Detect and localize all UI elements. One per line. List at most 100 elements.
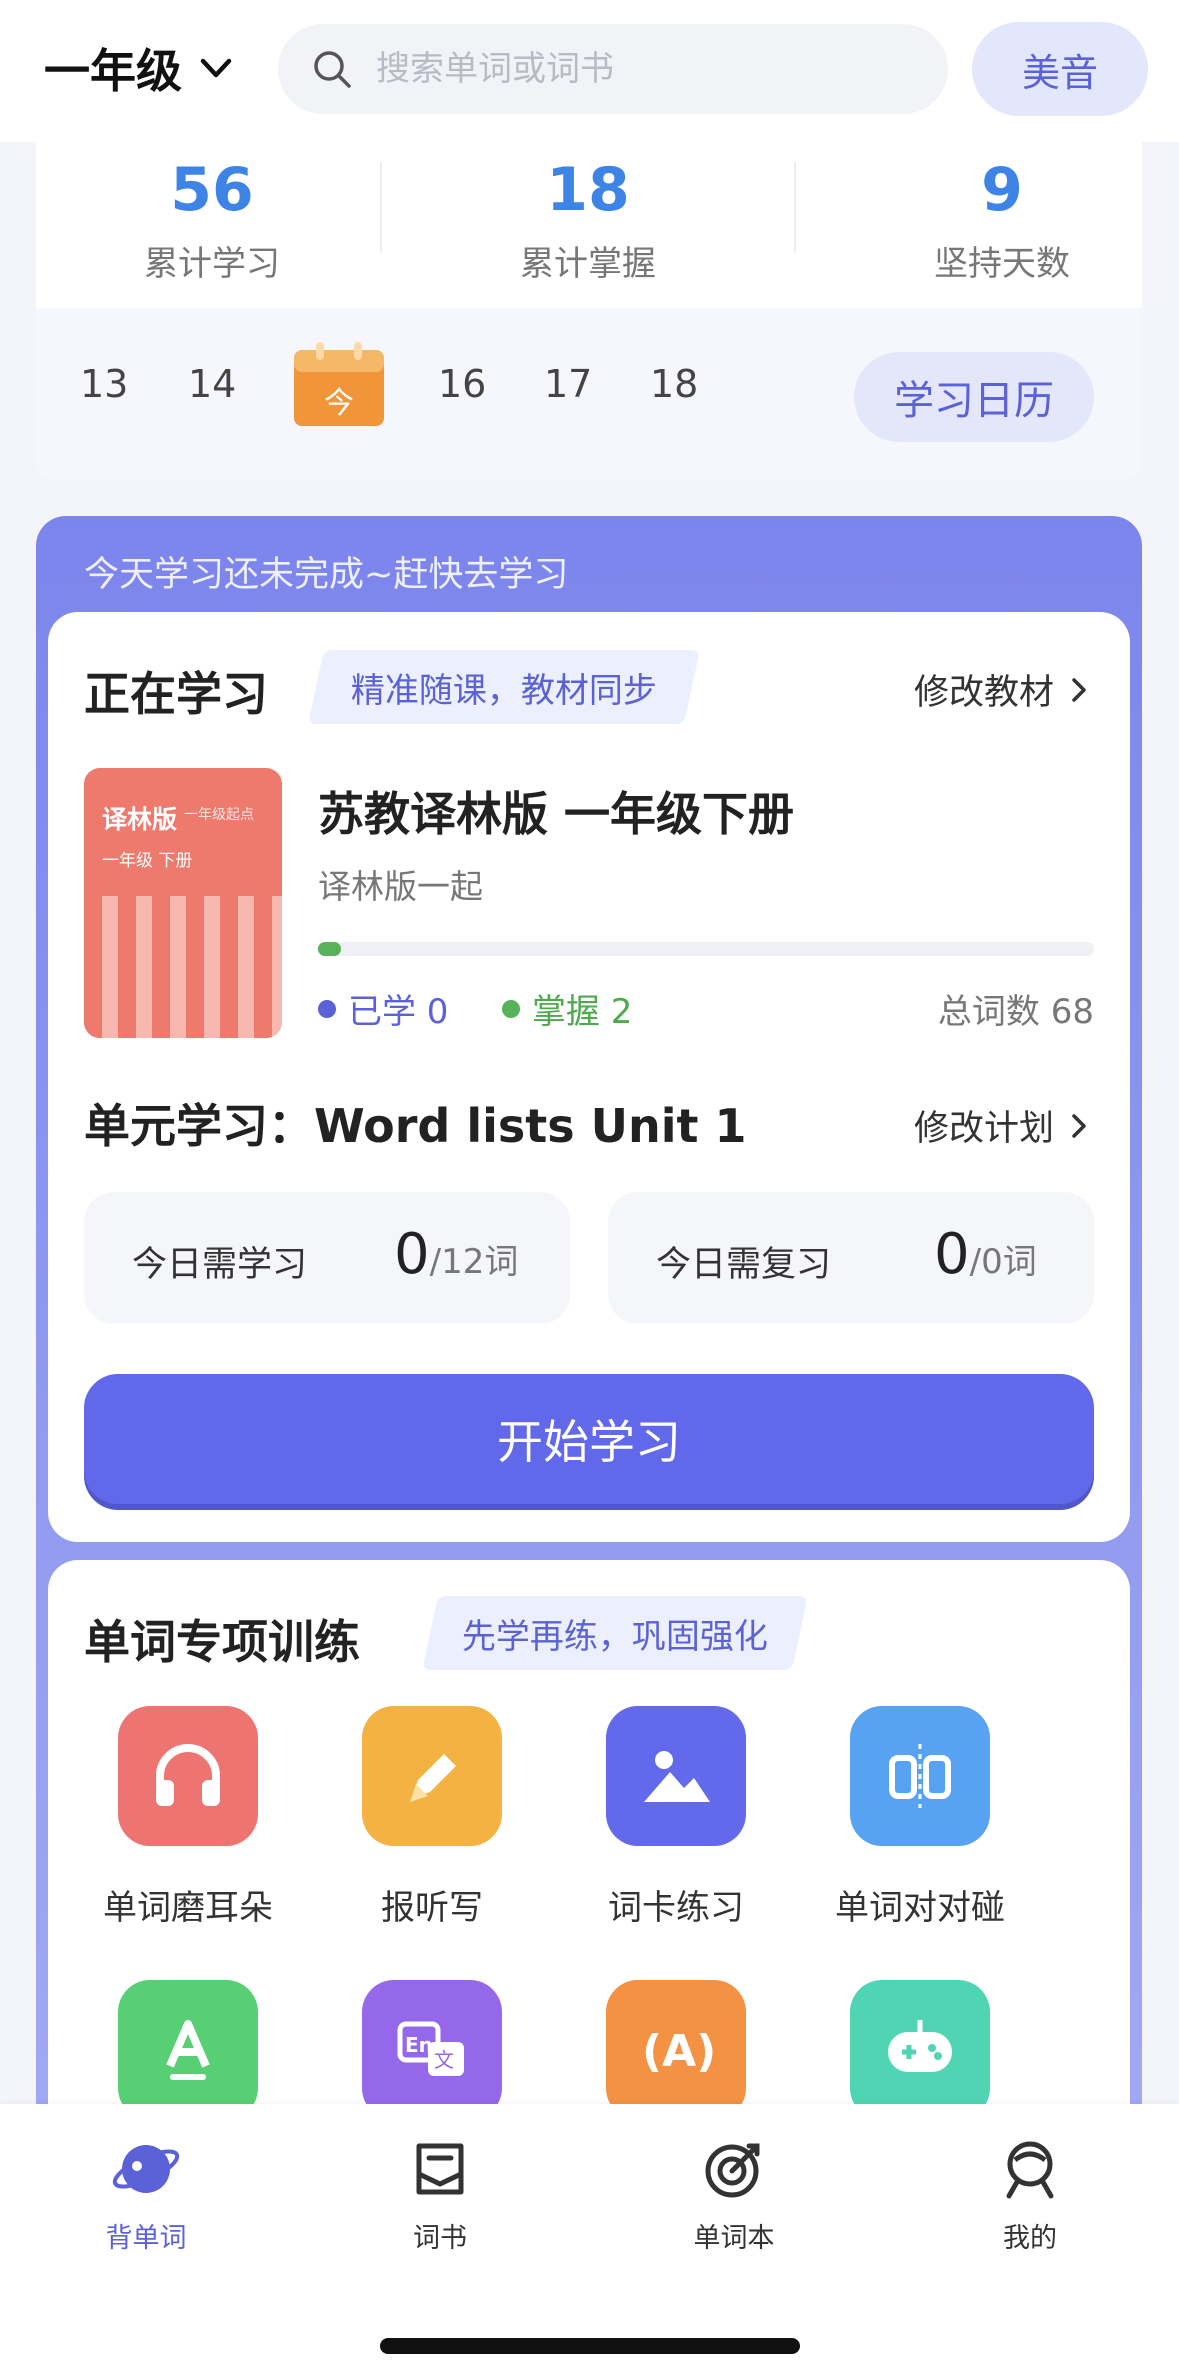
- nav-memorize[interactable]: 背单词: [46, 2134, 246, 2255]
- tool-label: 单词磨耳朵: [103, 1888, 273, 1928]
- book-title: 苏教译林版 一年级下册: [318, 787, 795, 841]
- nav-label: 背单词: [105, 2223, 187, 2254]
- search-icon: [314, 51, 351, 88]
- learned-text: 已学 0: [348, 992, 449, 1032]
- calendar-day[interactable]: 13: [80, 362, 128, 406]
- nav-profile[interactable]: 我的: [930, 2134, 1130, 2255]
- tool-label: 报听写: [381, 1888, 483, 1928]
- tool-game[interactable]: [810, 1980, 1030, 2120]
- target-icon: [705, 2143, 760, 2198]
- stat-label: 坚持天数: [934, 244, 1070, 284]
- change-textbook-link[interactable]: 修改教材: [914, 664, 1094, 715]
- top-bar: 一年级 美音: [0, 0, 1179, 142]
- study-calendar-button[interactable]: 学习日历: [854, 352, 1094, 442]
- search-box[interactable]: [278, 24, 948, 114]
- stat-value: 9: [981, 155, 1023, 225]
- tool-phonics[interactable]: (A): [566, 1980, 786, 2120]
- cover-note: 一年级起点: [184, 807, 254, 823]
- tool-matching[interactable]: 单词对对碰: [810, 1706, 1030, 1929]
- stat-label: 累计掌握: [520, 244, 656, 284]
- stat-total-mastered[interactable]: 18 累计掌握: [438, 150, 738, 285]
- pencil-icon: [362, 1706, 502, 1846]
- search-input[interactable]: [376, 49, 896, 89]
- home-indicator[interactable]: [380, 2338, 800, 2354]
- value-unit: /12词: [429, 1242, 519, 1282]
- change-plan-link[interactable]: 修改计划: [914, 1100, 1094, 1151]
- nav-label: 我的: [1003, 2223, 1057, 2254]
- reminder-banner: 今天学习还未完成~赶快去学习: [84, 555, 569, 595]
- stats-card: 56 累计学习 18 累计掌握 9 坚持天数 13 14 今 16 17 18 …: [36, 142, 1142, 480]
- tool-label: 词卡练习: [608, 1888, 744, 1928]
- stat-streak-days[interactable]: 9 坚持天数: [852, 150, 1142, 285]
- tool-translation[interactable]: En 文: [322, 1980, 542, 2120]
- progress-fill: [318, 942, 342, 956]
- nav-wordbooks[interactable]: 词书: [340, 2134, 540, 2255]
- calendar-day[interactable]: 16: [438, 362, 486, 406]
- bottom-nav: 背单词 词书 单词本 我的: [0, 2104, 1179, 2377]
- grade-label: 一年级: [44, 44, 182, 98]
- stat-label: 累计学习: [144, 244, 280, 284]
- today-learn-value: 0/12词: [394, 1222, 518, 1287]
- calendar-today[interactable]: 今: [292, 342, 386, 428]
- match-icon: [850, 1706, 990, 1846]
- tag-text: 先学再练，巩固强化: [462, 1616, 768, 1657]
- tool-spelling[interactable]: [78, 1980, 298, 2120]
- image-icon: [606, 1706, 746, 1846]
- letter-a-icon: [118, 1980, 258, 2120]
- chevron-right-icon: [1072, 1113, 1086, 1138]
- stat-value: 18: [546, 155, 630, 225]
- book-subtitle: 译林版一起: [318, 867, 483, 906]
- calendar-day[interactable]: 14: [188, 362, 236, 406]
- feature-tag: 先学再练，巩固强化: [422, 1596, 808, 1670]
- cover-stripes: [84, 896, 282, 1038]
- stat-value: 56: [170, 155, 254, 225]
- cover-title: 译林版: [102, 805, 178, 834]
- nav-label: 单词本: [693, 2223, 775, 2254]
- book-icon: [416, 2143, 464, 2195]
- calendar-day[interactable]: 18: [650, 362, 698, 406]
- value-unit: /0词: [969, 1242, 1037, 1282]
- unit-title: 单元学习：Word lists Unit 1: [84, 1099, 747, 1153]
- svg-text:(A): (A): [642, 2026, 716, 2077]
- mastered-count: 掌握 2: [502, 984, 632, 1033]
- section-title: 正在学习: [84, 667, 268, 721]
- calendar-day[interactable]: 17: [544, 362, 592, 406]
- learning-panel: 今天学习还未完成~赶快去学习 正在学习 精准随课，教材同步 修改教材 译林版 一…: [36, 516, 1142, 2320]
- value-number: 0: [394, 1222, 430, 1287]
- feature-tag: 精准随课，教材同步: [308, 650, 700, 724]
- today-review-value: 0/0词: [934, 1222, 1037, 1287]
- today-review-box: 今日需复习 0/0词: [608, 1192, 1094, 1324]
- book-cover[interactable]: 译林版 一年级起点 一年级 下册: [84, 768, 282, 1038]
- game-icon: [850, 1980, 990, 2120]
- cover-subtitle: 一年级 下册: [102, 851, 193, 871]
- mastered-text: 掌握 2: [532, 992, 633, 1032]
- tag-text: 精准随课，教材同步: [351, 670, 657, 711]
- accent-toggle-button[interactable]: 美音: [972, 22, 1148, 116]
- total-words: 总词数 68: [937, 992, 1094, 1032]
- svg-text:文: 文: [434, 2048, 454, 2072]
- divider: [794, 162, 796, 252]
- today-learn-label: 今日需学习: [132, 1245, 308, 1285]
- profile-icon: [1006, 2141, 1054, 2199]
- stat-total-learned[interactable]: 56 累计学习: [62, 150, 362, 285]
- chevron-right-icon: [1072, 677, 1086, 702]
- chevron-down-icon: [200, 58, 232, 78]
- start-learning-button[interactable]: 开始学习: [84, 1374, 1094, 1504]
- grade-selector[interactable]: 一年级: [44, 36, 236, 100]
- week-calendar-strip: 13 14 今 16 17 18 学习日历: [36, 308, 1142, 480]
- today-review-label: 今日需复习: [656, 1245, 832, 1285]
- progress-bar: [318, 942, 1094, 956]
- tool-dictation[interactable]: 报听写: [322, 1706, 542, 1929]
- nav-label: 词书: [413, 2223, 467, 2254]
- tool-listening[interactable]: 单词磨耳朵: [78, 1706, 298, 1929]
- phonics-icon: (A): [606, 1980, 746, 2120]
- tool-flashcards[interactable]: 词卡练习: [566, 1706, 786, 1929]
- learned-dot: [318, 999, 336, 1018]
- mastered-dot: [502, 999, 520, 1018]
- nav-vocabulary[interactable]: 单词本: [634, 2134, 834, 2255]
- section-title: 单词专项训练: [84, 1615, 360, 1669]
- learned-count: 已学 0: [318, 984, 448, 1033]
- today-label: 今: [324, 386, 354, 421]
- today-learn-box: 今日需学习 0/12词: [84, 1192, 570, 1324]
- headphones-icon: [118, 1706, 258, 1846]
